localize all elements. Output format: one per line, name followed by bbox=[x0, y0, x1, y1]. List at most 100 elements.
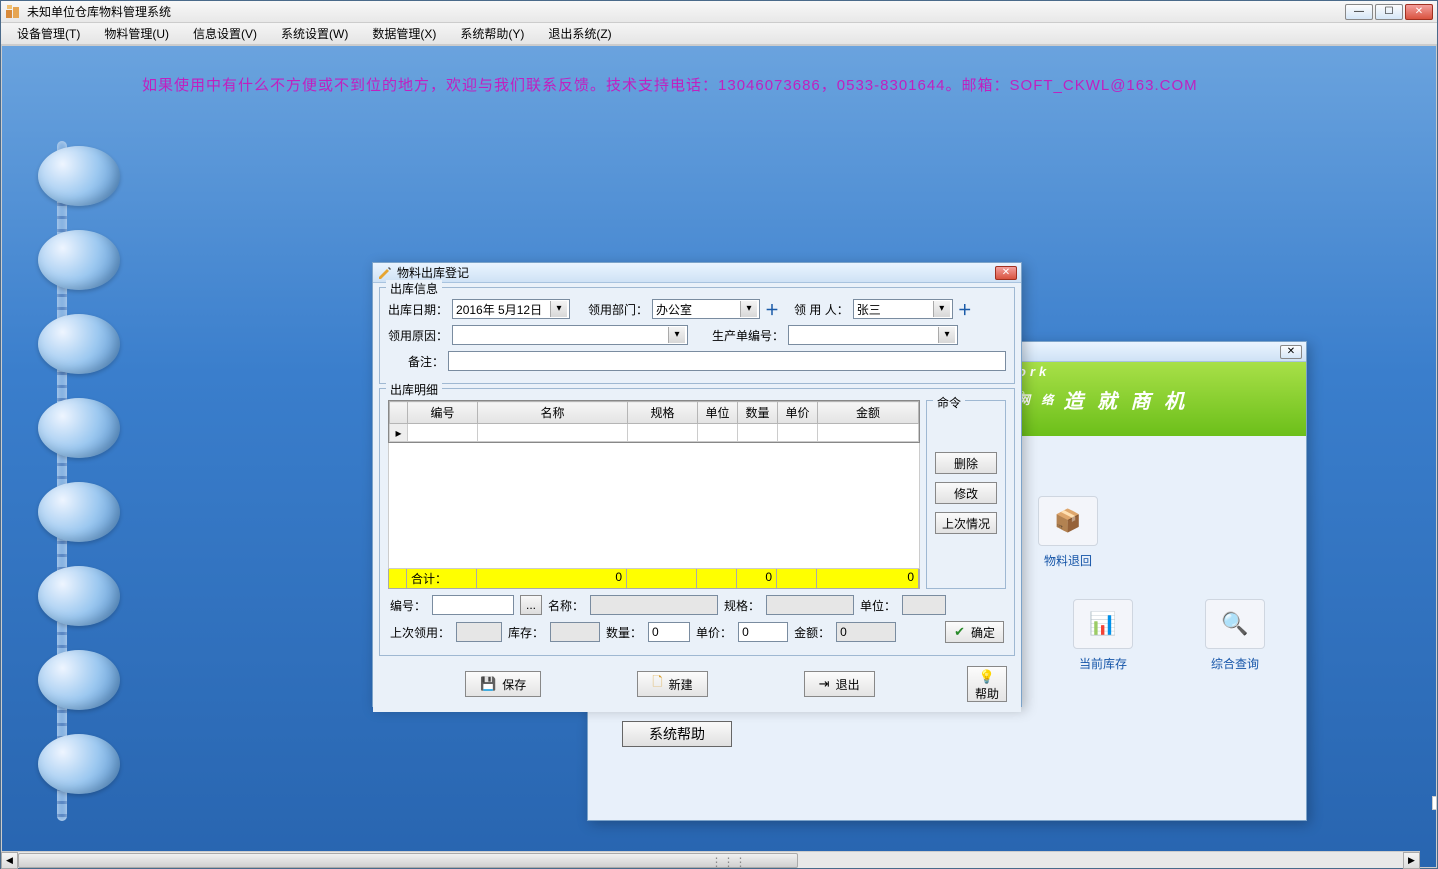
amount-input bbox=[836, 622, 896, 642]
name-input bbox=[590, 595, 718, 615]
marquee-text: 如果使用中有什么不方便或不到位的地方，欢迎与我们联系反馈。技术支持电话：1304… bbox=[142, 74, 1198, 95]
main-title-bar: 未知单位仓库物料管理系统 — ☐ ✕ bbox=[1, 1, 1437, 23]
col-unit[interactable]: 单位 bbox=[698, 402, 738, 424]
dept-select[interactable]: 办公室 bbox=[652, 299, 760, 319]
code-input[interactable] bbox=[432, 595, 514, 615]
last-status-button[interactable]: 上次情况 bbox=[935, 512, 997, 534]
sum-qty: 0 bbox=[737, 569, 777, 588]
col-amount[interactable]: 金额 bbox=[818, 402, 919, 424]
table-row[interactable]: ▸ bbox=[390, 424, 919, 442]
dash-current-stock-label: 当前库存 bbox=[1079, 655, 1127, 672]
decor-bubble bbox=[38, 146, 120, 206]
spec-input bbox=[766, 595, 854, 615]
window-buttons: — ☐ ✕ bbox=[1345, 4, 1433, 20]
sum-label: 合计： bbox=[407, 569, 477, 588]
stock-input bbox=[550, 622, 600, 642]
label-out-date: 出库日期： bbox=[388, 301, 448, 318]
decor-bubble bbox=[38, 230, 120, 290]
exit-button[interactable]: ⇥退出 bbox=[804, 671, 875, 697]
dept-add-button[interactable]: ＋ bbox=[764, 300, 780, 318]
col-price[interactable]: 单价 bbox=[778, 402, 818, 424]
price-input[interactable] bbox=[738, 622, 788, 642]
dashboard-close-button[interactable]: ✕ bbox=[1280, 345, 1302, 359]
col-name[interactable]: 名称 bbox=[478, 402, 628, 424]
new-file-icon: 🗋 bbox=[652, 673, 662, 695]
fieldset-info: 出库信息 出库日期： 2016年 5月12日 领用部门： 办公室 ＋ 领 用 人… bbox=[379, 287, 1015, 384]
scroll-thumb[interactable] bbox=[18, 853, 798, 868]
help-button[interactable]: 💡帮助 bbox=[967, 666, 1007, 702]
check-icon: ✔ bbox=[954, 624, 965, 640]
dash-composite-query[interactable]: 🔍 综合查询 bbox=[1194, 599, 1276, 672]
label-remark: 备注： bbox=[388, 353, 444, 370]
col-qty[interactable]: 数量 bbox=[738, 402, 778, 424]
menu-help[interactable]: 系统帮助(Y) bbox=[450, 23, 534, 44]
maximize-button[interactable]: ☐ bbox=[1375, 4, 1403, 20]
decor-bubble bbox=[38, 650, 120, 710]
grid-blank-area[interactable] bbox=[388, 443, 920, 569]
label-amount: 金额： bbox=[794, 624, 830, 641]
order-no-select[interactable] bbox=[788, 325, 958, 345]
label-dept: 领用部门： bbox=[588, 301, 648, 318]
decor-bubble bbox=[38, 398, 120, 458]
col-code[interactable]: 编号 bbox=[408, 402, 478, 424]
confirm-button[interactable]: ✔确定 bbox=[945, 621, 1004, 643]
app-title: 未知单位仓库物料管理系统 bbox=[27, 3, 1345, 20]
out-date-select[interactable]: 2016年 5月12日 bbox=[452, 299, 570, 319]
menu-system[interactable]: 系统设置(W) bbox=[271, 23, 358, 44]
dash-current-stock[interactable]: 📊 当前库存 bbox=[1062, 599, 1144, 672]
legend-detail: 出库明细 bbox=[386, 381, 442, 398]
label-name: 名称： bbox=[548, 597, 584, 614]
person-select[interactable]: 张三 bbox=[853, 299, 953, 319]
decor-bubble bbox=[38, 566, 120, 626]
action-bar: 💾保存 🗋新建 ⇥退出 💡帮助 bbox=[379, 660, 1015, 708]
modify-button[interactable]: 修改 bbox=[935, 482, 997, 504]
legend-info: 出库信息 bbox=[386, 280, 442, 297]
content-area[interactable]: 如果使用中有什么不方便或不到位的地方，欢迎与我们联系反馈。技术支持电话：1304… bbox=[1, 45, 1437, 868]
new-button[interactable]: 🗋新建 bbox=[637, 671, 707, 697]
delete-button[interactable]: 删除 bbox=[935, 452, 997, 474]
label-stock: 库存： bbox=[508, 624, 544, 641]
form-title: 物料出库登记 bbox=[397, 264, 469, 281]
corner-tag: ture bbox=[1432, 796, 1437, 810]
boxes-return-icon: 📦 bbox=[1038, 496, 1098, 546]
reason-select[interactable] bbox=[452, 325, 688, 345]
detail-grid[interactable]: 编号 名称 规格 单位 数量 单价 金额 bbox=[388, 400, 920, 443]
close-button[interactable]: ✕ bbox=[1405, 4, 1433, 20]
person-add-button[interactable]: ＋ bbox=[957, 300, 973, 318]
exit-icon: ⇥ bbox=[819, 676, 830, 692]
horizontal-scrollbar[interactable]: ◀ ⋮⋮⋮ ▶ bbox=[1, 851, 1420, 868]
menu-info[interactable]: 信息设置(V) bbox=[183, 23, 267, 44]
decor-bubble bbox=[38, 314, 120, 374]
label-spec: 规格： bbox=[724, 597, 760, 614]
outbound-form-window: 物料出库登记 ✕ 出库信息 出库日期： 2016年 5月12日 领用部门： 办公… bbox=[372, 262, 1022, 707]
grid-sum-row: 合计： 0 0 0 bbox=[388, 569, 920, 589]
minimize-button[interactable]: — bbox=[1345, 4, 1373, 20]
remark-input[interactable] bbox=[448, 351, 1006, 371]
system-help-button[interactable]: 系统帮助 bbox=[622, 721, 732, 747]
composite-query-icon: 🔍 bbox=[1205, 599, 1265, 649]
sum-name: 0 bbox=[477, 569, 627, 588]
code-lookup-button[interactable]: ... bbox=[520, 595, 542, 615]
current-stock-icon: 📊 bbox=[1073, 599, 1133, 649]
pencil-icon bbox=[377, 265, 393, 281]
sum-amount: 0 bbox=[817, 569, 919, 588]
col-spec[interactable]: 规格 bbox=[628, 402, 698, 424]
qty-input[interactable] bbox=[648, 622, 690, 642]
save-button[interactable]: 💾保存 bbox=[465, 671, 541, 697]
menu-device[interactable]: 设备管理(T) bbox=[7, 23, 90, 44]
dash-material-return-label: 物料退回 bbox=[1044, 552, 1092, 569]
scroll-left-arrow[interactable]: ◀ bbox=[1, 852, 18, 869]
label-last-take: 上次领用： bbox=[390, 624, 450, 641]
scroll-grip-icon: ⋮⋮⋮ bbox=[711, 855, 747, 869]
save-icon: 💾 bbox=[480, 676, 496, 692]
dash-material-return[interactable]: 📦 物料退回 bbox=[1018, 496, 1118, 569]
form-titlebar[interactable]: 物料出库登记 ✕ bbox=[373, 263, 1021, 283]
scroll-right-arrow[interactable]: ▶ bbox=[1403, 852, 1420, 869]
banner-sub: 造 就 商 机 bbox=[1063, 385, 1188, 414]
label-price: 单价： bbox=[696, 624, 732, 641]
form-close-button[interactable]: ✕ bbox=[995, 266, 1017, 280]
menu-material[interactable]: 物料管理(U) bbox=[94, 23, 179, 44]
menu-data[interactable]: 数据管理(X) bbox=[362, 23, 446, 44]
menu-exit[interactable]: 退出系统(Z) bbox=[538, 23, 621, 44]
fieldset-detail: 出库明细 编号 名称 bbox=[379, 388, 1015, 656]
